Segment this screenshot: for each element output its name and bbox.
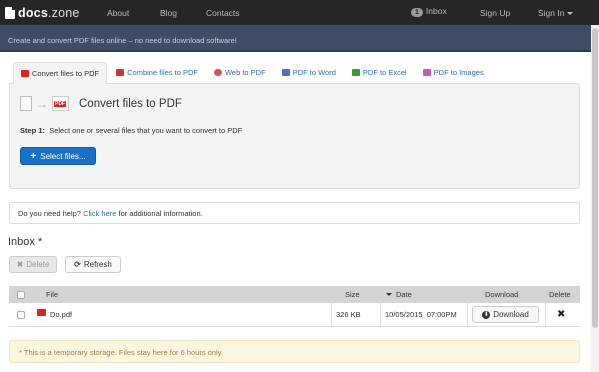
blank-document-icon [20,96,32,111]
sort-desc-icon [386,293,392,296]
help-prefix: Do you need help? [18,209,81,218]
refresh-icon: ⟳ [74,260,81,269]
header-cell-select [17,286,25,303]
header-download: Download [485,290,519,299]
row-download-cell: ⬇ Download [472,303,539,326]
header-size[interactable]: Size [345,286,360,303]
pdf-icon [37,308,46,316]
select-all-checkbox[interactable] [17,290,25,299]
step-text: Select one or several files that you wan… [49,126,243,135]
web-icon [213,69,222,76]
arrow-right-icon: → [36,96,48,111]
file-name: Do.pdf [50,310,73,319]
nav-contacts[interactable]: Contacts [206,8,240,18]
tab-label: PDF to Excel [362,68,407,77]
table-row: Do.pdf 326 KB 10/05/2015 07:00PM ⬇ Downl… [9,303,580,327]
tab-pdf-to-excel[interactable]: PDF to Excel [345,62,414,84]
brand-name: docs.zone [18,5,80,20]
tab-combine-files-to-pdf[interactable]: Combine files to PDF [109,62,205,84]
nav-inbox[interactable]: 1 Inbox [411,6,447,17]
help-link[interactable]: Click here [83,209,116,218]
step-instruction: Step 1: Select one or several files that… [20,126,242,135]
refresh-button[interactable]: ⟳ Refresh [65,256,121,273]
nav-about[interactable]: About [107,8,129,18]
tab-pdf-to-word[interactable]: PDF to Word [275,62,343,84]
brand-logo[interactable]: docs.zone [5,6,93,20]
nav-signin-label: Sign In [538,8,565,18]
convert-panel: → PDF Convert files to PDF Step 1: Selec… [9,83,580,189]
inbox-count-badge: 1 [411,8,423,17]
row-cell-select [17,303,25,326]
tab-pdf-to-images[interactable]: PDF to Images [416,62,491,84]
plus-icon: + [30,150,37,162]
panel-title: Convert files to PDF [79,97,182,110]
help-suffix: for additional information. [118,209,203,218]
table-header: File Size Date Download Delete [9,286,580,303]
tab-label: PDF to Images [433,68,484,77]
delete-label: Delete [26,260,50,269]
chevron-down-icon [567,12,574,16]
row-checkbox[interactable] [17,310,25,319]
inbox-table: File Size Date Download Delete Do.pdf 32… [9,286,580,327]
download-label: Download [493,310,529,319]
scrollbar-thumb[interactable] [592,28,598,328]
tool-tabs: Convert files to PDF Combine files to PD… [13,62,493,84]
pdf-icon [21,70,29,77]
close-icon: ✖ [16,260,24,269]
header-file[interactable]: File [46,286,58,303]
help-box: Do you need help? Click here for additio… [9,202,580,224]
select-files-button[interactable]: + Select files... [20,147,96,165]
word-icon [281,69,290,76]
tab-label: Web to PDF [224,68,266,77]
row-size: 326 KB [336,310,361,319]
tab-label: Convert files to PDF [32,69,100,78]
header-delete: Delete [549,290,571,299]
header-date-label: Date [396,290,412,299]
nav-signup[interactable]: Sign Up [480,8,510,18]
nav-signin[interactable]: Sign In [538,8,574,18]
refresh-label: Refresh [83,260,112,269]
docs-logo-icon [5,6,15,19]
tab-convert-files-to-pdf[interactable]: Convert files to PDF [13,62,108,84]
tab-web-to-pdf[interactable]: Web to PDF [207,62,273,84]
inbox-title: Inbox * [8,236,43,248]
download-icon: ⬇ [482,310,491,319]
delete-row-icon[interactable]: ✖ [557,309,565,320]
tagline-banner: Create and convert PDF files online – no… [0,25,599,52]
pdf-document-icon: PDF [52,96,69,111]
top-navbar: docs.zone About Blog Contacts 1 Inbox Sig… [0,0,599,25]
convert-flow-header: → PDF Convert files to PDF [20,96,182,111]
header-date[interactable]: Date [386,286,412,303]
excel-icon [351,69,360,76]
tab-label: Combine files to PDF [127,68,198,77]
combine-icon [116,69,125,76]
tab-label: PDF to Word [292,68,336,77]
images-icon [422,69,431,76]
delete-button[interactable]: ✖ Delete [9,256,57,273]
row-delete-cell: ✖ [557,303,565,326]
row-date: 10/05/2015 07:00PM [385,310,457,319]
row-file[interactable]: Do.pdf [37,303,72,326]
nav-blog[interactable]: Blog [160,8,177,18]
select-files-label: Select files... [40,151,86,161]
step-label: Step 1: [20,126,46,135]
nav-inbox-label: Inbox [425,6,447,16]
download-button[interactable]: ⬇ Download [472,306,539,323]
temporary-storage-notice: * This is a temporary storage. Files sta… [9,340,580,363]
